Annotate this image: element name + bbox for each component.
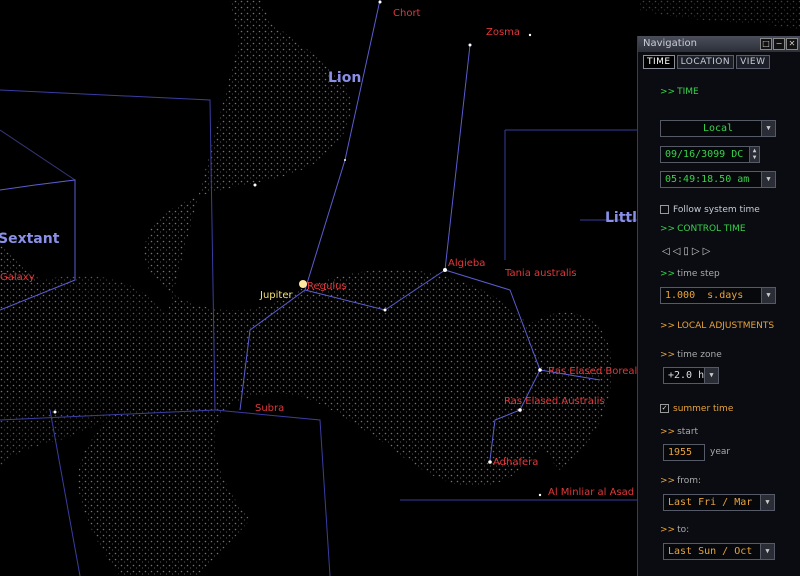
- navigation-titlebar[interactable]: Navigation □ − ✕: [638, 36, 800, 52]
- from-label: >> from:: [660, 476, 702, 486]
- minimize-icon[interactable]: −: [773, 38, 785, 50]
- star-label-ras-elased-australis[interactable]: Ras Elased Australis: [504, 396, 605, 407]
- constellation-label-little[interactable]: Littl: [605, 210, 637, 226]
- star-label-subra[interactable]: Subra: [255, 403, 284, 414]
- time-zone-label: >> time zone: [660, 350, 722, 360]
- section-time[interactable]: >> TIME: [660, 87, 699, 97]
- star-label-tania-australis[interactable]: Tania australis: [504, 268, 577, 279]
- star-label-algieba[interactable]: Algieba: [448, 258, 485, 269]
- time-step-label: >> time step: [660, 269, 720, 279]
- star-label-regulus[interactable]: Regulus: [307, 281, 347, 292]
- label-galaxy[interactable]: Galaxy: [0, 272, 35, 283]
- star-label-chort[interactable]: Chort: [393, 8, 421, 19]
- star-label-al-minliar[interactable]: Al Minliar al Asad: [548, 487, 634, 498]
- date-field[interactable]: 09/16/3099 DC ▲ ▼: [660, 146, 760, 163]
- to-label: >> to:: [660, 525, 690, 535]
- star-label-zosma[interactable]: Zosma: [486, 27, 520, 38]
- clock-field[interactable]: 05:49:18.50 am ▼: [660, 171, 776, 188]
- chevron-down-icon[interactable]: ▼: [761, 288, 775, 303]
- section-local-adjustments[interactable]: >> LOCAL ADJUSTMENTS: [660, 321, 774, 331]
- from-select[interactable]: Last Fri / Mar ▼: [663, 494, 775, 511]
- planet-label-jupiter[interactable]: Jupiter: [259, 290, 293, 301]
- to-select[interactable]: Last Sun / Oct ▼: [663, 543, 775, 560]
- summer-time-checkbox[interactable]: ✓ summer time: [660, 404, 733, 414]
- follow-system-time-checkbox[interactable]: Follow system time: [660, 205, 760, 215]
- navigation-tabs: TIME LOCATION VIEW: [638, 52, 800, 69]
- date-spinner[interactable]: ▲ ▼: [749, 147, 759, 162]
- chevron-down-icon[interactable]: ▼: [761, 172, 775, 187]
- chevron-down-icon[interactable]: ▼: [760, 544, 774, 559]
- tab-view[interactable]: VIEW: [736, 55, 770, 69]
- start-year-field[interactable]: 1955: [663, 444, 705, 461]
- navigation-panel: Navigation □ − ✕ TIME LOCATION VIEW >> TI…: [637, 36, 800, 576]
- time-control-buttons[interactable]: ◁◁▯▷▷: [662, 246, 713, 257]
- close-icon[interactable]: ✕: [786, 38, 798, 50]
- constellation-label-sextant[interactable]: Sextant: [0, 231, 60, 247]
- start-label: >> start: [660, 427, 699, 437]
- section-control-time[interactable]: >> CONTROL TIME: [660, 224, 746, 234]
- time-step-field[interactable]: 1.000 s.days ▼: [660, 287, 776, 304]
- year-label: year: [710, 447, 731, 457]
- chevron-down-icon[interactable]: ▼: [704, 368, 718, 383]
- jupiter-marker[interactable]: [299, 280, 307, 288]
- restore-icon[interactable]: □: [760, 38, 772, 50]
- chevron-down-icon[interactable]: ▼: [760, 495, 774, 510]
- tab-time[interactable]: TIME: [643, 55, 675, 69]
- time-zone-select[interactable]: +2.0 h ▼: [663, 367, 719, 384]
- star-label-adhafera[interactable]: Adhafera: [493, 457, 538, 468]
- chevron-down-icon[interactable]: ▼: [761, 121, 775, 136]
- tab-location[interactable]: LOCATION: [676, 55, 735, 69]
- navigation-title: Navigation: [643, 38, 697, 49]
- star-label-ras-elased-borealis[interactable]: Ras Elased Borealis: [548, 366, 645, 377]
- time-mode-select[interactable]: Local ▼: [660, 120, 776, 137]
- constellation-label-lion[interactable]: Lion: [328, 70, 361, 86]
- chevron-icon: >>: [660, 87, 676, 97]
